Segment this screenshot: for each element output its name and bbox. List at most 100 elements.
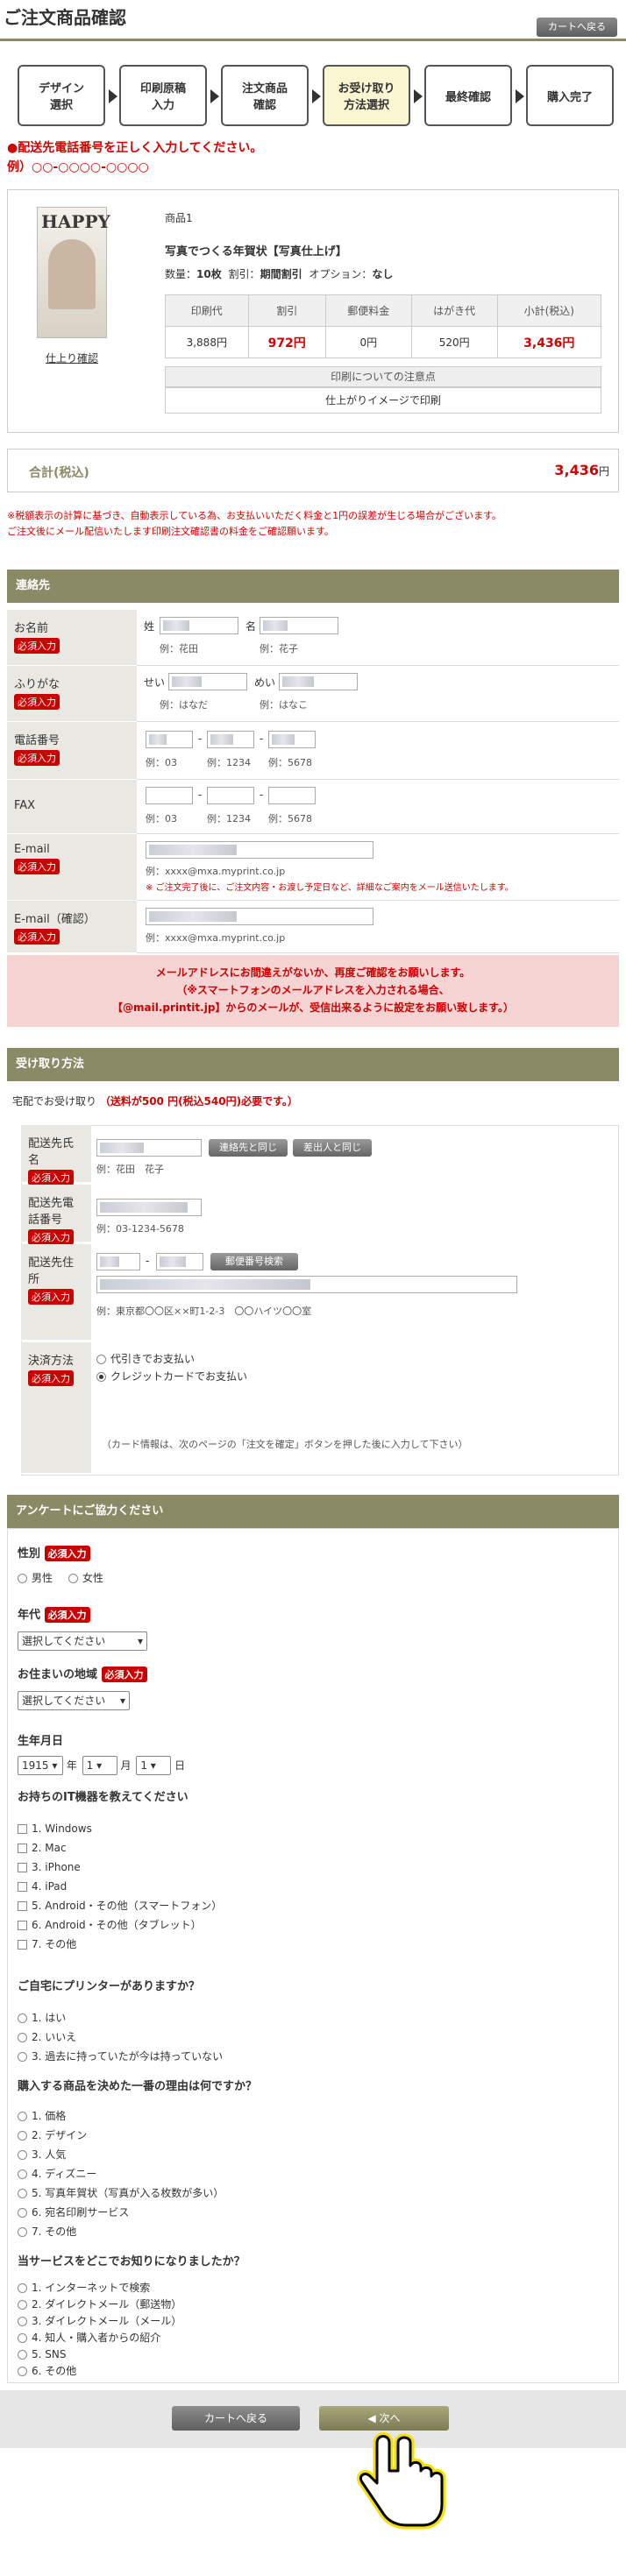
address-input[interactable] — [96, 1276, 517, 1293]
step-manuscript: 印刷原稿 入力 — [119, 65, 207, 126]
recipient-phone-input[interactable] — [96, 1199, 202, 1216]
gender-label: 性別 必須入力 — [18, 1544, 90, 1561]
delivery-method: 宅配でお受け取り （送料が500 円(税込540円)必要です。） — [12, 1095, 298, 1108]
back-to-cart-button[interactable]: カートへ戻る — [172, 2406, 300, 2431]
contact-section-heading: 連絡先 — [7, 570, 619, 603]
step-arrow — [210, 89, 219, 103]
last-name-input[interactable] — [160, 617, 238, 634]
birth-day-select[interactable]: 1 ▾ — [136, 1756, 172, 1775]
hand-pointer-icon — [356, 2432, 446, 2530]
same-as-sender-button[interactable]: 差出人と同じ — [293, 1139, 372, 1157]
recipient-name-label: 配送先氏名 必須入力 — [21, 1125, 91, 1185]
notice-line-1: ※税額表示の計算に基づき、自動表示している為、お支払いいただく料金と1円の誤差が… — [7, 510, 502, 521]
source-list: 1. インターネットで検索 2. ダイレクトメール（郵送物） 3. ダイレクトメ… — [18, 2280, 181, 2380]
recipient-address-label: 配送先住所 必須入力 — [21, 1244, 91, 1341]
birthdate-selects: 1915 ▾ 年 1 ▾ 月 1 ▾ 日 — [18, 1756, 185, 1775]
step-complete: 購入完了 — [526, 65, 614, 126]
source-radio[interactable]: 6. その他 — [18, 2363, 181, 2380]
fax-3-input[interactable] — [268, 787, 316, 804]
age-select[interactable]: 選択してください ▾ — [18, 1631, 147, 1651]
payment-label: 決済方法 必須入力 — [21, 1342, 91, 1474]
phone-3-input[interactable] — [268, 731, 316, 748]
pickup-section-heading: 受け取り方法 — [7, 1048, 619, 1081]
title-divider — [0, 39, 626, 41]
it-device-checkbox[interactable]: 5. Android・その他（スマートフォン） — [18, 1896, 222, 1915]
pay-credit-radio[interactable]: クレジットカードでお支払い — [96, 1367, 247, 1386]
notice-line-2: ご注文後にメール配信いたします印刷注文確認書の料金をご確認願います。 — [7, 526, 334, 537]
source-radio[interactable]: 5. SNS — [18, 2346, 181, 2363]
reason-radio[interactable]: 7. その他 — [18, 2222, 224, 2241]
email-input[interactable] — [146, 841, 373, 859]
phone-label: 電話番号 必須入力 — [7, 722, 137, 780]
step-confirm: 注文商品 確認 — [221, 65, 309, 126]
source-radio[interactable]: 2. ダイレクトメール（郵送物） — [18, 2296, 181, 2313]
same-as-contact-button[interactable]: 連絡先と同じ — [209, 1139, 288, 1157]
email-confirm-input[interactable] — [146, 908, 373, 925]
it-device-checkbox[interactable]: 2. Mac — [18, 1838, 222, 1858]
product-thumbnail[interactable]: HAPPY — [37, 207, 110, 338]
reason-radio[interactable]: 1. 価格 — [18, 2106, 224, 2126]
q-source: 当サービスをどこでお知りになりましたか？ — [18, 2255, 245, 2268]
delivery-box — [21, 1125, 619, 1476]
source-radio[interactable]: 4. 知人・購入者からの紹介 — [18, 2330, 181, 2346]
survey-section-heading: アンケートにご協力ください — [7, 1495, 619, 1528]
email-warning-box: メールアドレスにお間違えがないか、再度ご確認をお願いします。 （※スマートフォンの… — [7, 955, 619, 1027]
age-label: 年代 必須入力 — [18, 1605, 90, 1623]
price-table: 印刷代 割引 郵便料金 はがき代 小計(税込) 3,888円 972円 0円 520円 … — [165, 294, 602, 358]
gender-female-radio[interactable]: 女性 — [68, 1568, 103, 1588]
reason-radio[interactable]: 4. ディズニー — [18, 2164, 224, 2183]
step-arrow — [109, 89, 117, 103]
it-device-checkbox[interactable]: 4. iPad — [18, 1877, 222, 1896]
baby-photo — [48, 239, 96, 309]
fax-1-input[interactable] — [146, 787, 193, 804]
product-meta: 数量：10枚 割引：期間割引 オプション：なし — [165, 268, 394, 280]
source-radio[interactable]: 1. インターネットで検索 — [18, 2280, 181, 2296]
first-name-kana-input[interactable] — [279, 673, 358, 690]
total-box: 合計(税込) 3,436円 — [7, 449, 619, 492]
birthdate-label: 生年月日 — [18, 1735, 64, 1748]
it-device-checkbox[interactable]: 3. iPhone — [18, 1858, 222, 1877]
payment-note: （カード情報は、次のページの「注文を確定」ボタンを押した後に入力して下さい） — [102, 1439, 468, 1450]
source-radio[interactable]: 3. ダイレクトメール（メール） — [18, 2313, 181, 2330]
it-device-checkbox[interactable]: 6. Android・その他（タブレット） — [18, 1915, 222, 1935]
zip-1-input[interactable] — [96, 1253, 140, 1270]
printer-list: 1. はい 2. いいえ 3. 過去に持っていたが今は持っていない — [18, 2008, 223, 2066]
zip-search-button[interactable]: 郵便番号検索 — [210, 1253, 298, 1270]
back-to-cart-button-top[interactable]: カートへ戻る — [537, 18, 617, 37]
error-example: 例）○○-○○○○-○○○○ — [7, 160, 149, 174]
page-title: ご注文商品確認 — [4, 7, 126, 28]
recipient-name-input[interactable] — [96, 1139, 202, 1157]
step-pickup: お受け取り 方法選択 — [323, 65, 410, 126]
last-name-kana-input[interactable] — [168, 673, 247, 690]
birth-year-select[interactable]: 1915 ▾ — [18, 1756, 63, 1775]
first-name-input[interactable] — [260, 617, 338, 634]
pay-cod-radio[interactable]: 代引きでお支払い — [96, 1349, 195, 1369]
printer-radio[interactable]: 3. 過去に持っていたが今は持っていない — [18, 2047, 223, 2066]
phone-2-input[interactable] — [207, 731, 254, 748]
reason-radio[interactable]: 2. デザイン — [18, 2126, 224, 2145]
next-arrow-icon: ◀ — [367, 2412, 380, 2424]
step-arrow — [414, 89, 423, 103]
birth-month-select[interactable]: 1 ▾ — [82, 1756, 117, 1775]
printer-radio[interactable]: 1. はい — [18, 2008, 223, 2028]
email-label: E-mail 必須入力 — [7, 834, 137, 901]
print-notes-text: 仕上がりイメージで印刷 — [165, 387, 601, 414]
region-select[interactable]: 選択してください ▾ — [18, 1691, 130, 1710]
step-final: 最終確認 — [424, 65, 512, 126]
step-design: デザイン 選択 — [18, 65, 105, 126]
reason-radio[interactable]: 6. 宛名印刷サービス — [18, 2203, 224, 2222]
finish-preview-link[interactable]: 仕上り確認 — [46, 350, 98, 365]
it-device-checkbox[interactable]: 7. その他 — [18, 1935, 222, 1954]
reason-list: 1. 価格 2. デザイン 3. 人気 4. ディズニー 5. 写真年賀状（写真… — [18, 2106, 224, 2241]
reason-radio[interactable]: 3. 人気 — [18, 2145, 224, 2164]
zip-2-input[interactable] — [156, 1253, 203, 1270]
fax-label: FAX — [7, 780, 137, 834]
gender-male-radio[interactable]: 男性 — [18, 1568, 53, 1588]
footer-bar — [0, 2390, 626, 2448]
it-device-checkbox[interactable]: 1. Windows — [18, 1819, 222, 1838]
printer-radio[interactable]: 2. いいえ — [18, 2028, 223, 2047]
error-message: ●配送先電話番号を正しく入力してください。 — [7, 141, 263, 155]
reason-radio[interactable]: 5. 写真年賀状（写真が入る枚数が多い） — [18, 2183, 224, 2203]
phone-1-input[interactable] — [146, 731, 193, 748]
fax-2-input[interactable] — [207, 787, 254, 804]
